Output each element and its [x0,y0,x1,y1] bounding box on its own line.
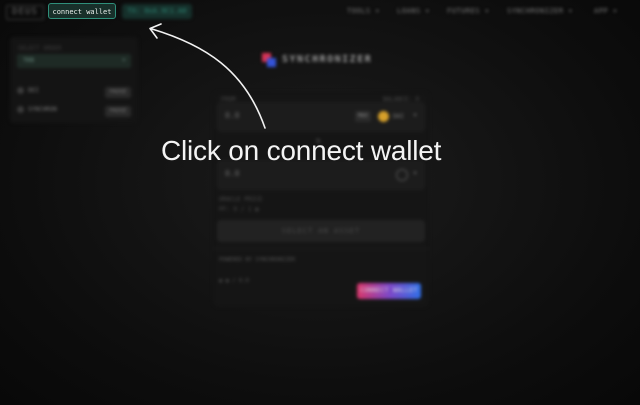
annotation-arrow-icon [149,23,266,129]
annotation-callout-text: Click on connect wallet [161,135,442,166]
